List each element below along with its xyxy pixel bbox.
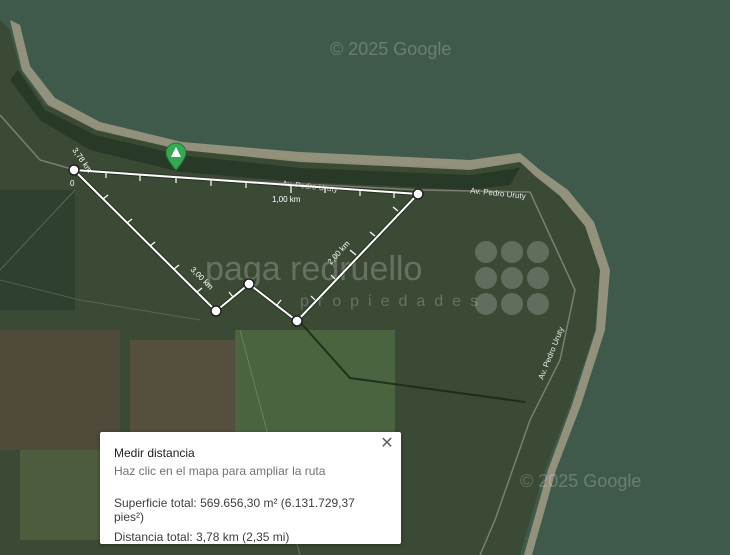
panel-hint: Haz clic en el mapa para ampliar la ruta	[114, 464, 326, 478]
route-vertex	[291, 315, 303, 327]
map-copyright: © 2025 Google	[520, 471, 641, 491]
close-icon[interactable]: ✕	[379, 436, 395, 452]
total-area-row: Superficie total: 569.656,30 m² (6.131.7…	[114, 496, 387, 524]
agency-logo-dots	[475, 241, 549, 315]
route-vertex	[412, 188, 424, 200]
total-distance-label: Distancia total:	[114, 530, 193, 544]
panel-title: Medir distancia	[114, 446, 195, 460]
route-label-start: 0	[70, 179, 75, 188]
measure-distance-panel: ✕ Medir distancia Haz clic en el mapa pa…	[100, 432, 401, 544]
agency-watermark-sub: propiedades	[300, 293, 487, 310]
satellite-map[interactable]: Av. Pedro Uruty Av. Pedro Uruty Av. Pedr…	[0, 0, 730, 555]
route-vertex	[210, 305, 222, 317]
map-copyright: © 2025 Google	[330, 39, 451, 59]
total-distance-value: 3,78 km (2,35 mi)	[196, 530, 290, 544]
route-label-1km: 1,00 km	[272, 195, 301, 204]
route-vertex	[243, 278, 255, 290]
total-area-label: Superficie total:	[114, 496, 197, 510]
route-vertex	[68, 164, 80, 176]
agency-watermark: paga redruello	[205, 250, 422, 288]
total-distance-row: Distancia total: 3,78 km (2,35 mi)	[114, 530, 387, 544]
